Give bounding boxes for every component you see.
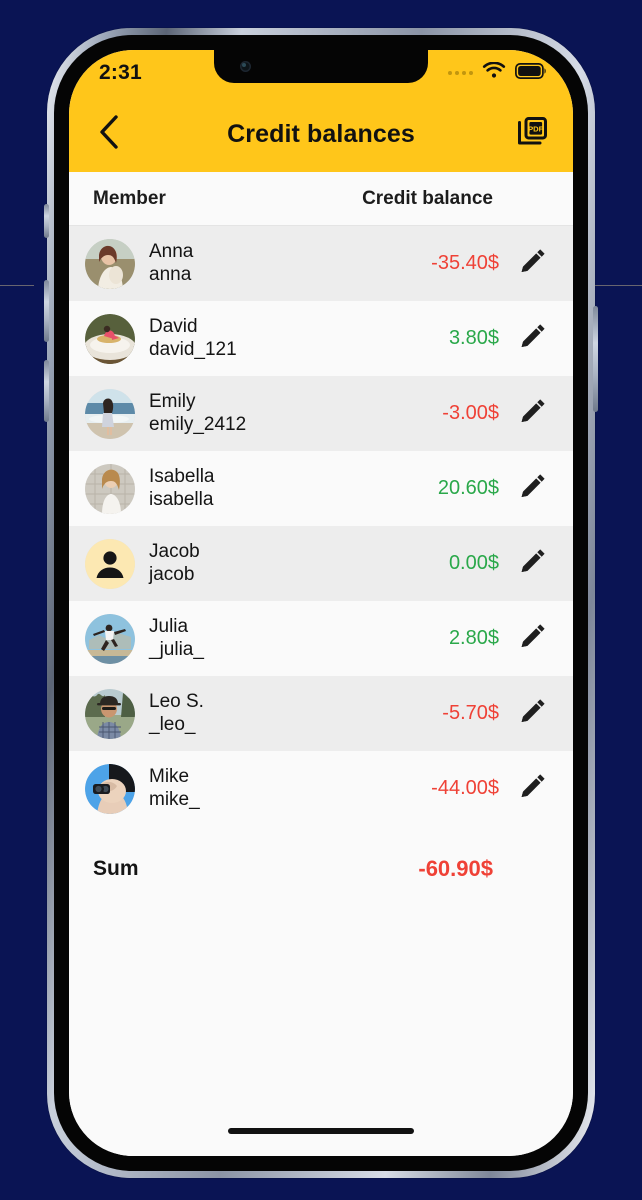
- phone-notch: [214, 50, 428, 83]
- credit-balance-value: -44.00$: [431, 777, 499, 799]
- member-name: Jacob: [149, 541, 200, 563]
- pencil-icon: [518, 771, 548, 806]
- background-guide-line-left: [0, 285, 34, 286]
- column-header-member: Member: [93, 187, 166, 209]
- phone-screen: 2:31 Credit balances PDF Member Credit b…: [69, 50, 573, 1156]
- member-names: David david_121: [149, 316, 237, 360]
- screenshot-canvas: 2:31 Credit balances PDF Member Credit b…: [0, 0, 642, 1200]
- member-names: Emily emily_2412: [149, 391, 246, 435]
- credit-balance-value: 2.80$: [448, 627, 499, 649]
- pencil-icon: [518, 321, 548, 356]
- chevron-left-icon: [98, 114, 120, 154]
- member-name: Julia: [149, 616, 189, 638]
- member-name: Anna: [149, 241, 194, 263]
- credit-balance-value: 20.60$: [437, 477, 499, 499]
- volume-down-button[interactable]: [44, 360, 49, 422]
- edit-balance-button[interactable]: [515, 321, 551, 357]
- avatar: [85, 463, 135, 514]
- avatar: [85, 313, 135, 364]
- credit-balance-value: -5.70$: [442, 702, 499, 724]
- credit-balance-value: -35.40$: [431, 252, 499, 274]
- table-row[interactable]: Emily emily_2412 -3.00$: [69, 376, 573, 451]
- home-indicator[interactable]: [228, 1128, 414, 1134]
- member-names: Jacob jacob: [149, 541, 200, 585]
- pencil-icon: [518, 621, 548, 656]
- credit-balance-value: 3.80$: [448, 327, 499, 349]
- pencil-icon: [518, 546, 548, 581]
- avatar: [85, 538, 135, 589]
- wifi-icon: [482, 61, 506, 85]
- member-names: Leo S. _leo_: [149, 691, 204, 735]
- pencil-icon: [518, 471, 548, 506]
- background-guide-line-right: [590, 285, 642, 286]
- member-name: Emily: [149, 391, 196, 413]
- avatar: [85, 238, 135, 289]
- member-handle: _leo_: [149, 713, 196, 735]
- status-indicators: [448, 61, 547, 85]
- column-header-balance: Credit balance: [362, 187, 493, 209]
- phone-device-frame: 2:31 Credit balances PDF Member Credit b…: [44, 28, 598, 1178]
- signal-dots-icon: [448, 71, 473, 75]
- edit-balance-button[interactable]: [515, 471, 551, 507]
- sum-row: Sum -60.90$: [69, 826, 573, 912]
- battery-icon: [515, 62, 547, 84]
- member-name: David: [149, 316, 198, 338]
- pdf-export-icon: PDF: [515, 115, 549, 154]
- pencil-icon: [518, 246, 548, 281]
- member-balance-list: Anna anna -35.40$ David david_121 3.80$ …: [69, 226, 573, 826]
- sum-value: -60.90$: [418, 856, 493, 881]
- edit-balance-button[interactable]: [515, 696, 551, 732]
- silent-switch[interactable]: [44, 204, 49, 238]
- avatar: [85, 388, 135, 439]
- avatar: [85, 613, 135, 664]
- member-handle: jacob: [149, 563, 195, 585]
- table-row[interactable]: Anna anna -35.40$: [69, 226, 573, 301]
- table-row[interactable]: Leo S. _leo_ -5.70$: [69, 676, 573, 751]
- edit-balance-button[interactable]: [515, 396, 551, 432]
- member-handle: _julia_: [149, 638, 204, 660]
- page-title: Credit balances: [227, 119, 415, 148]
- edit-balance-button[interactable]: [515, 771, 551, 807]
- member-name: Mike: [149, 766, 190, 788]
- sum-label: Sum: [93, 857, 139, 880]
- table-row[interactable]: Jacob jacob 0.00$: [69, 526, 573, 601]
- member-names: Julia _julia_: [149, 616, 204, 660]
- member-names: Anna anna: [149, 241, 193, 285]
- member-handle: isabella: [149, 488, 214, 510]
- member-name: Isabella: [149, 466, 215, 488]
- member-names: Isabella isabella: [149, 466, 215, 510]
- avatar: [85, 688, 135, 739]
- member-handle: david_121: [149, 338, 237, 360]
- member-handle: mike_: [149, 788, 200, 810]
- back-button[interactable]: [87, 112, 131, 156]
- member-names: Mike mike_: [149, 766, 200, 810]
- table-row[interactable]: Mike mike_ -44.00$: [69, 751, 573, 826]
- member-name: Leo S.: [149, 691, 204, 713]
- pencil-icon: [518, 696, 548, 731]
- phone-bezel: 2:31 Credit balances PDF Member Credit b…: [54, 35, 588, 1171]
- member-handle: anna: [149, 263, 192, 285]
- credit-balance-value: -3.00$: [442, 402, 499, 424]
- edit-balance-button[interactable]: [515, 621, 551, 657]
- table-row[interactable]: Julia _julia_ 2.80$: [69, 601, 573, 676]
- table-header-row: Member Credit balance: [69, 172, 573, 226]
- volume-up-button[interactable]: [44, 280, 49, 342]
- edit-balance-button[interactable]: [515, 546, 551, 582]
- avatar: [85, 763, 135, 814]
- front-camera-icon: [240, 61, 251, 72]
- empty-space: [69, 912, 573, 1156]
- app-bar: Credit balances PDF: [69, 96, 573, 172]
- table-row[interactable]: Isabella isabella 20.60$: [69, 451, 573, 526]
- table-row[interactable]: David david_121 3.80$: [69, 301, 573, 376]
- pencil-icon: [518, 396, 548, 431]
- export-pdf-button[interactable]: PDF: [511, 113, 553, 155]
- credit-balance-value: 0.00$: [448, 552, 499, 574]
- power-button[interactable]: [593, 306, 598, 412]
- status-clock: 2:31: [99, 61, 142, 84]
- edit-balance-button[interactable]: [515, 246, 551, 282]
- svg-text:PDF: PDF: [528, 124, 544, 133]
- member-handle: emily_2412: [149, 413, 247, 435]
